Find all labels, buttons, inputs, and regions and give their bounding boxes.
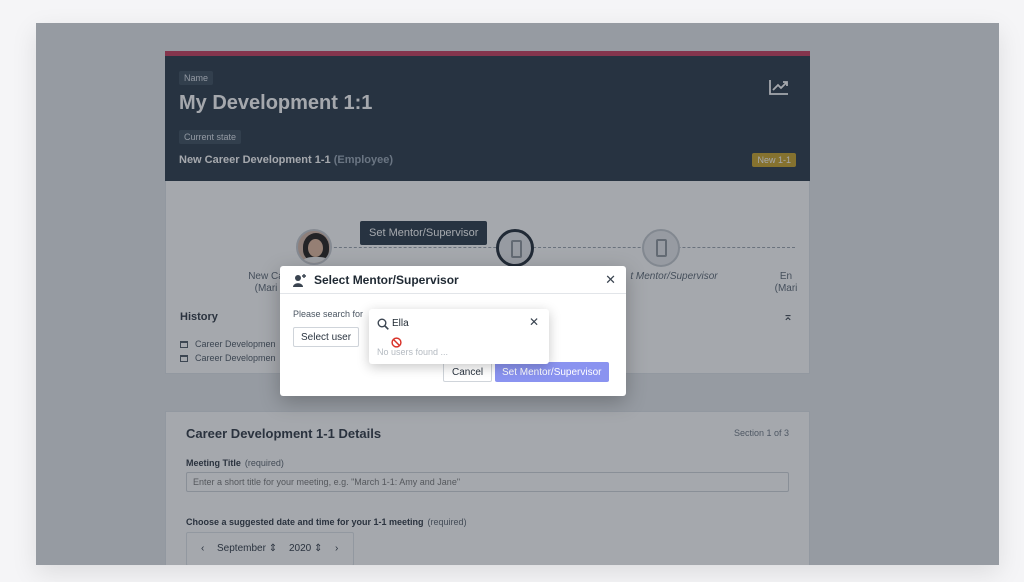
set-mentor-button[interactable]: Set Mentor/Supervisor bbox=[495, 362, 609, 382]
user-search-dropdown: ✕ No users found ... bbox=[369, 309, 549, 364]
cancel-button[interactable]: Cancel bbox=[443, 362, 493, 382]
close-icon[interactable]: ✕ bbox=[605, 272, 616, 288]
app-screen: Name My Development 1:1 Current state Ne… bbox=[36, 23, 999, 565]
dialog-prompt: Please search for bbox=[293, 309, 364, 319]
select-user-button[interactable]: Select user bbox=[293, 327, 360, 347]
clear-icon[interactable]: ✕ bbox=[529, 315, 539, 329]
search-icon bbox=[377, 318, 389, 330]
page-background: Name My Development 1:1 Current state Ne… bbox=[0, 0, 1024, 582]
no-results-text: No users found ... bbox=[377, 347, 449, 357]
dialog-header: Select Mentor/Supervisor ✕ bbox=[280, 266, 626, 294]
dialog-title: Select Mentor/Supervisor bbox=[314, 273, 459, 287]
add-user-icon bbox=[293, 274, 306, 287]
search-input[interactable] bbox=[392, 315, 522, 331]
